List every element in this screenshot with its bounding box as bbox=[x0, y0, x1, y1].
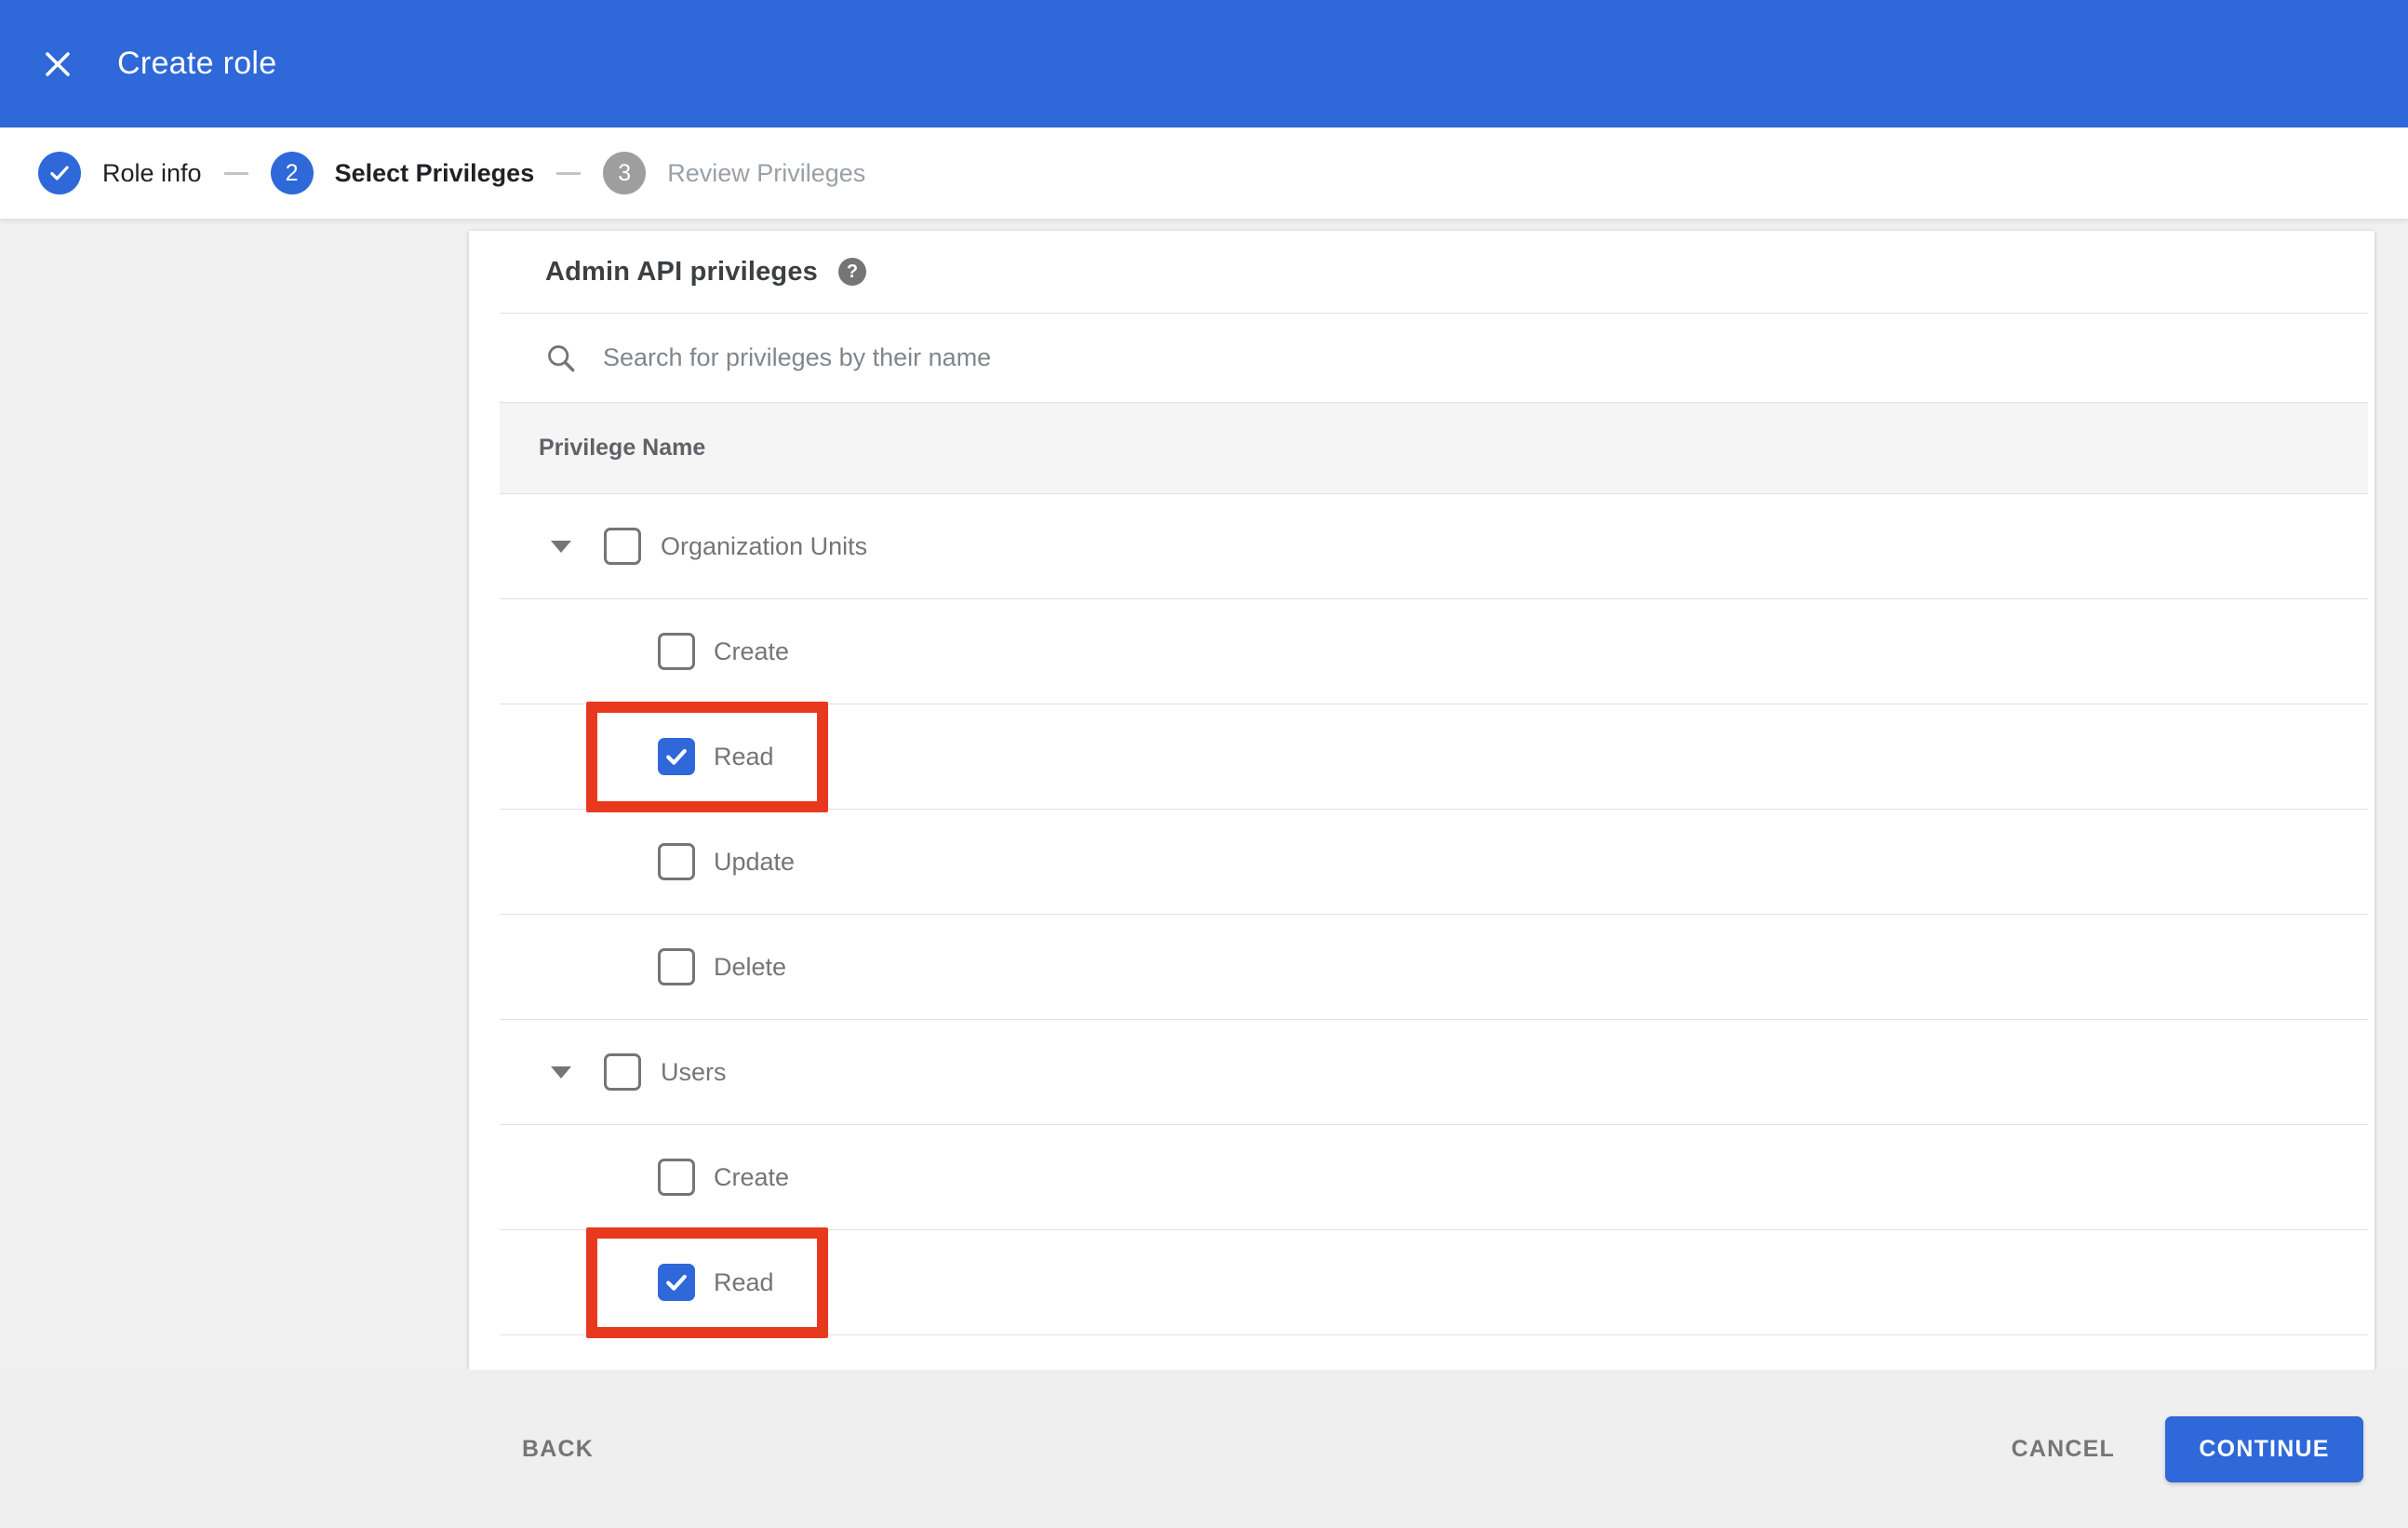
footer-right-group: CANCEL CONTINUE bbox=[2012, 1415, 2363, 1482]
search-icon bbox=[545, 342, 577, 374]
privilege-checkbox[interactable] bbox=[658, 1159, 695, 1196]
step-review-privileges[interactable]: 3 Review Privileges bbox=[603, 152, 865, 194]
step-number-circle: 3 bbox=[603, 152, 647, 194]
check-icon bbox=[47, 161, 72, 185]
search-input[interactable] bbox=[603, 329, 2368, 386]
selection-highlight-box bbox=[586, 702, 828, 812]
privilege-checkbox[interactable] bbox=[658, 1264, 695, 1301]
privilege-checkbox[interactable] bbox=[658, 738, 695, 775]
back-button[interactable]: BACK bbox=[522, 1436, 594, 1463]
step-connector bbox=[223, 171, 248, 175]
app-bar-title: Create role bbox=[117, 46, 277, 81]
step-label: Review Privileges bbox=[667, 158, 866, 187]
privilege-label: Create bbox=[714, 637, 790, 665]
table-header-label: Privilege Name bbox=[539, 435, 706, 461]
help-icon[interactable]: ? bbox=[838, 258, 866, 286]
step-number-circle: 2 bbox=[270, 152, 314, 194]
group-checkbox[interactable] bbox=[604, 1053, 641, 1091]
table-row-group: Organization Units bbox=[500, 494, 2368, 599]
cancel-button[interactable]: CANCEL bbox=[2012, 1436, 2115, 1463]
content-panel: Admin API privileges ? Privilege Name bbox=[469, 231, 2375, 1370]
step-connector bbox=[556, 171, 582, 175]
step-select-privileges[interactable]: 2 Select Privileges bbox=[270, 152, 535, 194]
group-label: Users bbox=[661, 1057, 727, 1086]
privilege-label: Create bbox=[714, 1162, 790, 1191]
privilege-checkbox[interactable] bbox=[658, 843, 695, 880]
step-label: Select Privileges bbox=[334, 158, 535, 187]
selection-highlight-box bbox=[586, 1227, 828, 1338]
search-row bbox=[500, 313, 2368, 402]
footer-bar: BACK CANCEL CONTINUE bbox=[0, 1370, 2408, 1528]
privilege-rows: Organization Units Create Read Update De… bbox=[500, 494, 2368, 1338]
privilege-checkbox[interactable] bbox=[658, 948, 695, 985]
group-label: Organization Units bbox=[661, 531, 868, 560]
collapse-caret-icon[interactable] bbox=[551, 540, 571, 553]
table-row-privilege: Read bbox=[500, 1227, 2368, 1338]
table-row-group: Users bbox=[500, 1020, 2368, 1125]
step-role-info[interactable]: Role info bbox=[38, 152, 202, 194]
step-label: Role info bbox=[102, 158, 202, 187]
privileges-table: Privilege Name Organization Units Create… bbox=[500, 313, 2368, 1338]
close-button[interactable] bbox=[30, 36, 86, 92]
panel-title: Admin API privileges bbox=[545, 256, 818, 287]
table-row-privilege: Create bbox=[500, 1125, 2368, 1230]
privilege-checkbox[interactable] bbox=[658, 633, 695, 670]
app-bar: Create role bbox=[0, 0, 2408, 127]
privilege-label: Update bbox=[714, 847, 796, 876]
table-row-privilege: Create bbox=[500, 599, 2368, 704]
continue-button[interactable]: CONTINUE bbox=[2165, 1415, 2363, 1482]
stepper: Role info 2 Select Privileges 3 Review P… bbox=[0, 127, 2408, 220]
privilege-label: Read bbox=[714, 1267, 774, 1296]
table-row-privilege: Update bbox=[500, 810, 2368, 915]
table-row-privilege: Read bbox=[500, 702, 2368, 812]
table-header-row: Privilege Name bbox=[500, 402, 2368, 494]
table-row-privilege: Delete bbox=[500, 915, 2368, 1020]
privilege-label: Delete bbox=[714, 952, 787, 981]
page-background: Admin API privileges ? Privilege Name bbox=[0, 220, 2408, 1528]
privilege-label: Read bbox=[714, 742, 774, 771]
panel-title-row: Admin API privileges ? bbox=[469, 231, 2375, 313]
group-checkbox[interactable] bbox=[604, 528, 641, 565]
step-completed-circle bbox=[38, 152, 81, 194]
close-icon bbox=[42, 48, 74, 80]
collapse-caret-icon[interactable] bbox=[551, 1066, 571, 1079]
